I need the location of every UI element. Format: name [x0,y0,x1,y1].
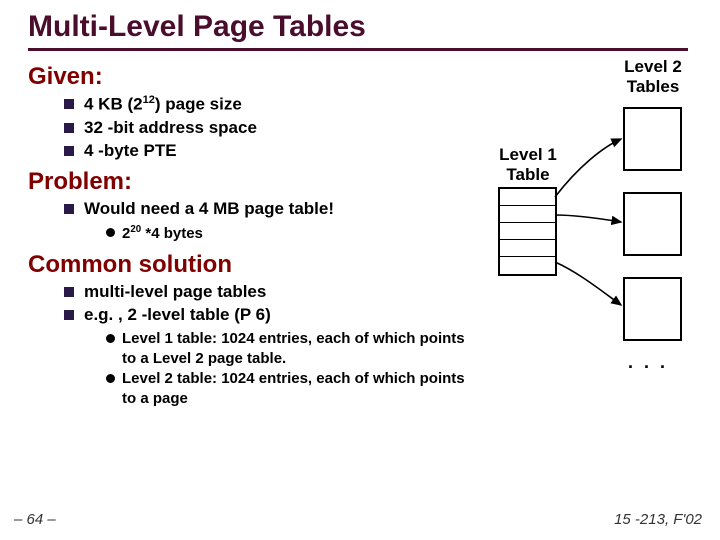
sup: 20 [130,224,141,235]
txt: 4 -byte PTE [84,141,177,160]
txt: Table [493,165,563,185]
list-item: Level 2 table: 1024 entries, each of whi… [106,369,468,410]
slide-title: Multi-Level Page Tables [28,10,688,51]
txt: 4 KB (2 [84,95,143,114]
txt: *4 bytes [141,225,203,242]
level1-table-box [498,187,557,276]
problem-list: Would need a 4 MB page table! 220 *4 byt… [28,198,468,244]
txt: Level 2 [613,57,693,77]
txt: e.g. , 2 -level table (P 6) [84,305,271,324]
level2-table-box [623,277,682,341]
list-item: 32 -bit address space [64,117,468,140]
list-item: 4 KB (212) page size [64,93,468,117]
footer-page-number: – 64 – [14,511,56,528]
list-item: multi-level page tables [64,281,468,304]
txt: Level 1 table: 1024 entries, each of whi… [122,330,465,367]
given-list: 4 KB (212) page size 32 -bit address spa… [28,93,468,162]
txt: Level 1 [493,145,563,165]
list-item: 220 *4 bytes [106,223,468,244]
solution-heading: Common solution [28,251,468,279]
level1-label: Level 1 Table [493,145,563,185]
level2-table-box [623,192,682,256]
diagram: Level 2 Tables Level 1 Table [468,57,700,414]
txt: ) page size [155,95,242,114]
txt: Tables [613,77,693,97]
footer-course-tag: 15 -213, F'02 [614,511,702,528]
level2-table-box [623,107,682,171]
ellipsis: . . . [628,352,668,373]
txt: Level 2 table: 1024 entries, each of whi… [122,370,465,407]
txt: multi-level page tables [84,282,266,301]
sup: 12 [143,94,155,106]
txt: Would need a 4 MB page table! [84,199,334,218]
given-heading: Given: [28,63,468,91]
level2-label: Level 2 Tables [613,57,693,97]
list-item: Would need a 4 MB page table! 220 *4 byt… [64,198,468,244]
list-item: Level 1 table: 1024 entries, each of whi… [106,329,468,370]
list-item: e.g. , 2 -level table (P 6) Level 1 tabl… [64,304,468,410]
problem-heading: Problem: [28,168,468,196]
list-item: 4 -byte PTE [64,140,468,163]
txt: 32 -bit address space [84,118,257,137]
solution-list: multi-level page tables e.g. , 2 -level … [28,281,468,410]
